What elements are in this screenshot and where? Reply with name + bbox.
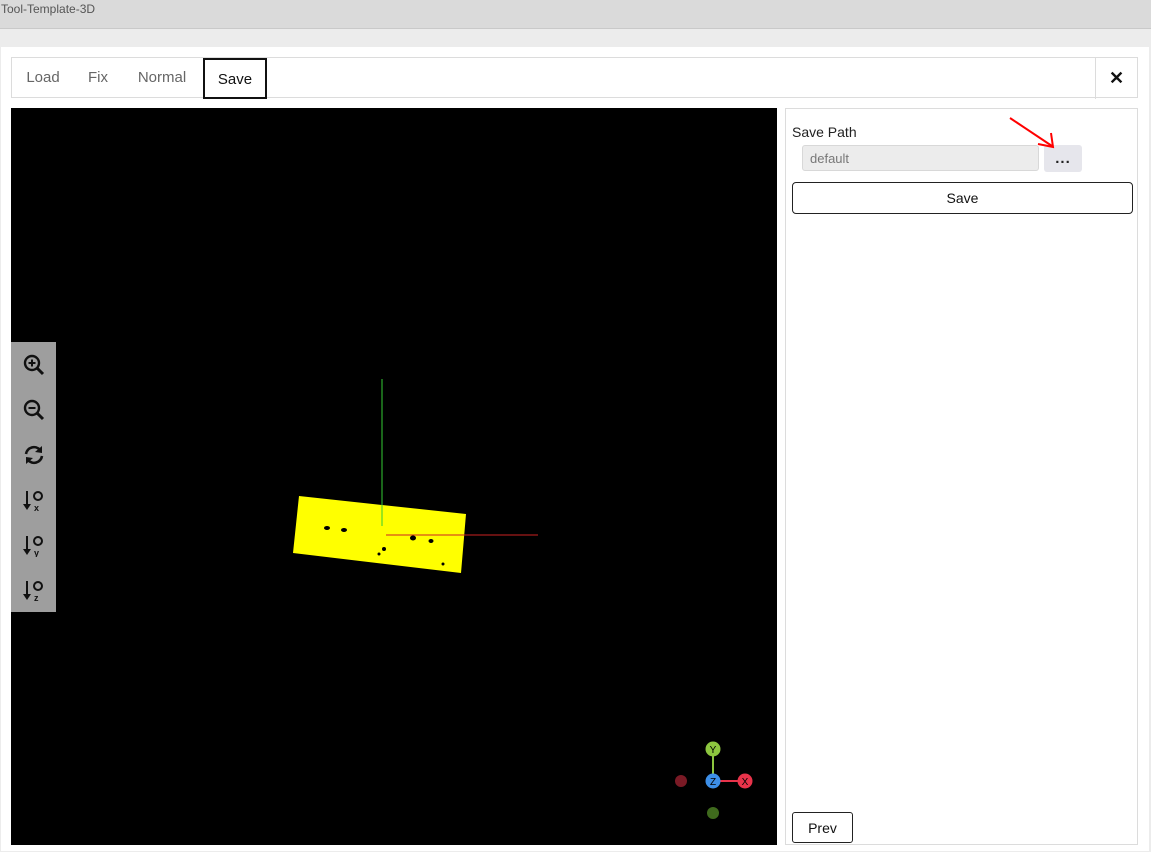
view-y-icon: y — [22, 535, 43, 557]
view-x-icon: x — [22, 490, 43, 512]
zoom-out-icon — [23, 399, 44, 420]
close-button[interactable]: ✕ — [1095, 58, 1137, 99]
svg-text:x: x — [34, 503, 39, 512]
gizmo-neg-y — [707, 807, 719, 819]
reset-view-button[interactable] — [11, 432, 56, 477]
zoom-in-icon — [23, 354, 44, 375]
main-window: Load Fix Normal Save ✕ Y Z X x y z Save … — [1, 47, 1149, 851]
tab-save[interactable]: Save — [203, 58, 267, 99]
scene-canvas: Y Z X — [293, 379, 753, 819]
tab-normal[interactable]: Normal — [122, 58, 202, 99]
zoom-in-button[interactable] — [11, 342, 56, 387]
save-path-input[interactable] — [802, 145, 1039, 171]
view-y-button[interactable]: y — [11, 522, 56, 567]
prev-button[interactable]: Prev — [792, 812, 853, 843]
tab-bar: Load Fix Normal Save ✕ — [11, 57, 1138, 99]
tab-fix[interactable]: Fix — [74, 58, 122, 99]
save-button[interactable]: Save — [792, 182, 1133, 214]
app-title: Tool-Template-3D — [1, 2, 96, 16]
orientation-gizmo: Y Z X — [675, 741, 753, 819]
save-panel: Save Path ... Save Prev — [785, 108, 1138, 845]
gizmo-neg-x — [675, 775, 687, 787]
view-x-button[interactable]: x — [11, 477, 56, 522]
view-z-icon: z — [22, 580, 43, 602]
browse-path-button[interactable]: ... — [1044, 145, 1082, 172]
window-titlebar: Tool-Template-3D — [0, 0, 1151, 29]
3d-viewport[interactable]: Y Z X x y z — [11, 108, 777, 845]
close-icon: ✕ — [1108, 68, 1125, 88]
gizmo-y-label: Y — [710, 745, 717, 756]
svg-text:z: z — [34, 593, 39, 602]
view-toolbar: x y z — [11, 342, 56, 612]
tab-load[interactable]: Load — [12, 58, 74, 99]
zoom-out-button[interactable] — [11, 387, 56, 432]
svg-text:y: y — [34, 548, 39, 557]
gizmo-x-label: X — [742, 777, 749, 788]
view-z-button[interactable]: z — [11, 567, 56, 612]
save-path-label: Save Path — [792, 124, 857, 140]
gizmo-z-label: Z — [710, 777, 716, 788]
reset-view-icon — [24, 445, 43, 464]
